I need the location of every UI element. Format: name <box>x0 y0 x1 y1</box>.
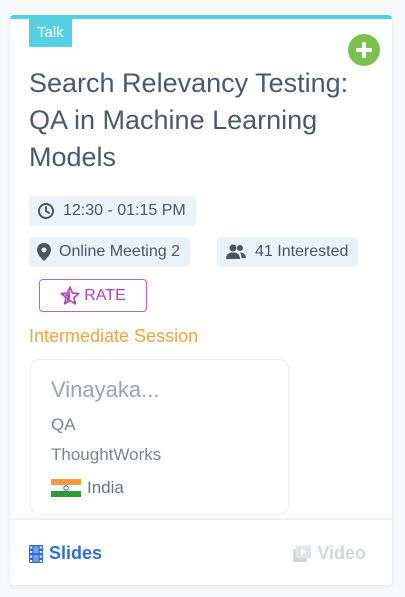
rate-label: RATE <box>84 286 126 304</box>
slides-label: Slides <box>49 543 103 563</box>
plus-icon <box>356 42 372 58</box>
video-icon <box>293 545 312 562</box>
speaker-card[interactable]: Vinayaka... QA ThoughtWorks India <box>30 359 289 515</box>
speaker-company: ThoughtWorks <box>51 445 162 464</box>
footer-divider <box>10 518 392 520</box>
session-type-tag: Talk <box>29 19 72 47</box>
speaker-country: India <box>87 478 124 497</box>
session-location: Online Meeting 2 <box>59 243 180 260</box>
session-title[interactable]: Search Relevancy Testing: QA in Machine … <box>29 65 359 176</box>
people-icon <box>226 244 246 259</box>
session-level: Intermediate Session <box>29 326 199 346</box>
star-icon <box>60 286 80 305</box>
video-label: Video <box>317 543 366 563</box>
india-flag-icon <box>51 479 81 497</box>
location-pin-icon <box>37 243 51 261</box>
speaker-country-row: India <box>51 478 124 498</box>
speaker-role: QA <box>51 415 76 434</box>
video-link: Video <box>293 543 366 564</box>
rate-button[interactable]: RATE <box>39 279 147 312</box>
interested-count-chip: 41 Interested <box>217 237 359 267</box>
session-time-chip: 12:30 - 01:15 PM <box>29 196 196 226</box>
speaker-name: Vinayaka... <box>51 377 160 402</box>
interested-count: 41 Interested <box>255 243 349 260</box>
session-card: Talk Search Relevancy Testing: QA in Mac… <box>10 15 392 585</box>
session-time: 12:30 - 01:15 PM <box>63 202 186 219</box>
add-to-schedule-button[interactable] <box>348 34 380 66</box>
slides-link[interactable]: Slides <box>29 543 102 564</box>
session-location-chip: Online Meeting 2 <box>29 237 190 267</box>
clock-icon <box>38 203 54 219</box>
film-icon <box>29 544 43 563</box>
